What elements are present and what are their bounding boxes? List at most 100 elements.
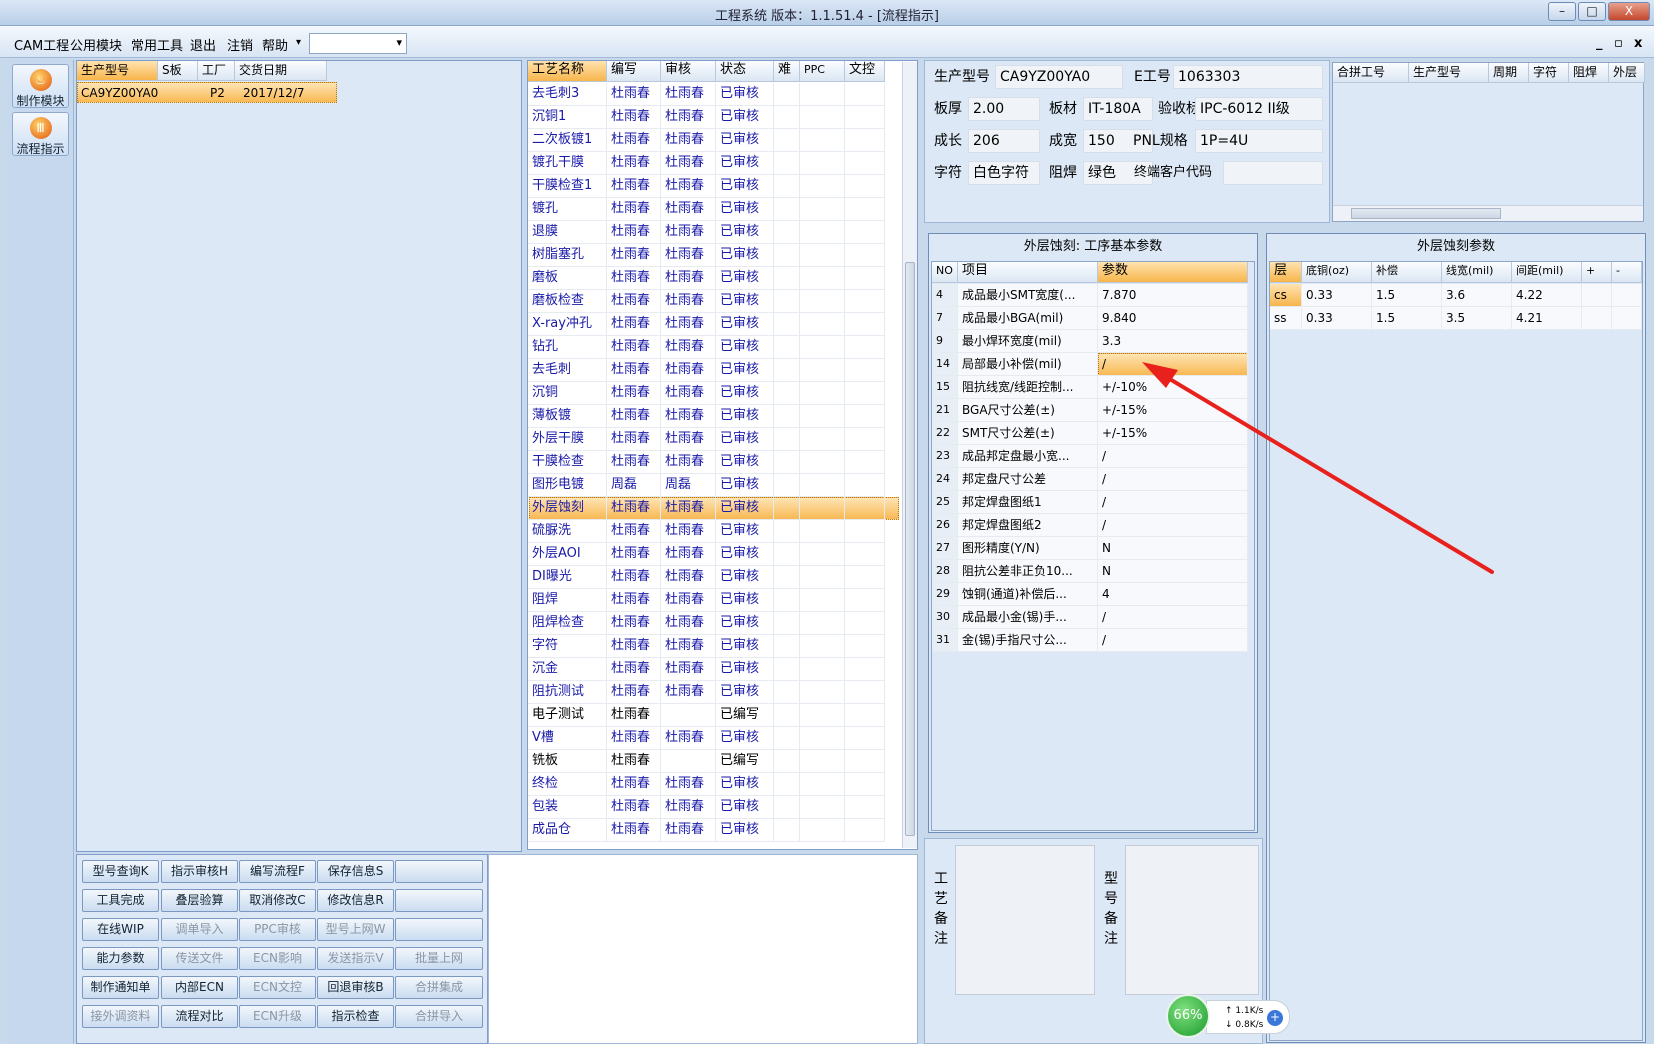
param-no-cell[interactable]: 27 [932, 537, 958, 560]
param-no-cell[interactable]: 15 [932, 376, 958, 399]
extra-cell[interactable] [800, 336, 845, 359]
col-process-name[interactable]: 工艺名称 [528, 61, 607, 82]
process-name-cell[interactable]: 二次板镀1 [528, 129, 607, 152]
extra-cell[interactable] [845, 405, 885, 428]
process-name-cell[interactable]: 终检 [528, 773, 607, 796]
menu-tools[interactable]: 常用工具 [131, 35, 183, 54]
col-combine-char[interactable]: 字符 [1529, 63, 1569, 83]
status-cell[interactable]: 已审核 [716, 382, 774, 405]
param-no-cell[interactable]: 31 [932, 629, 958, 652]
param-value-cell[interactable]: / [1098, 491, 1248, 514]
col-prod-model[interactable]: 生产型号 [77, 61, 158, 81]
writer-cell[interactable]: 杜雨春 [607, 244, 661, 267]
tool-button[interactable]: 指示检查 [317, 1005, 394, 1028]
extra-cell[interactable] [774, 589, 800, 612]
status-cell[interactable]: 已审核 [716, 83, 774, 106]
extra-cell[interactable] [845, 313, 885, 336]
col-s-board[interactable]: S板 [158, 61, 198, 81]
nav-flow-indicator[interactable]: Ⅲ 流程指示 [12, 112, 69, 156]
extra-cell[interactable] [800, 520, 845, 543]
extra-cell[interactable] [845, 359, 885, 382]
extra-cell[interactable] [774, 152, 800, 175]
extra-cell[interactable] [845, 589, 885, 612]
extra-cell[interactable] [800, 612, 845, 635]
writer-cell[interactable]: 杜雨春 [607, 336, 661, 359]
extra-cell[interactable] [774, 359, 800, 382]
tool-button[interactable]: 接外调资料 [82, 1005, 159, 1028]
extra-cell[interactable] [800, 750, 845, 773]
extra-cell[interactable] [800, 129, 845, 152]
scroll-thumb[interactable] [905, 262, 915, 836]
reviewer-cell[interactable]: 杜雨春 [661, 83, 716, 106]
param-item-cell[interactable]: SMT尺寸公差(±) [958, 422, 1098, 445]
extra-cell[interactable] [774, 727, 800, 750]
field-char[interactable]: 白色字符 [968, 161, 1040, 185]
process-name-cell[interactable]: 沉金 [528, 658, 607, 681]
param-value-cell[interactable]: / [1098, 445, 1248, 468]
param-item-cell[interactable]: 局部最小补偿(mil) [958, 353, 1098, 376]
process-list-scrollbar[interactable] [902, 62, 917, 848]
param-value-cell[interactable]: / [1098, 353, 1248, 376]
extra-cell[interactable] [774, 658, 800, 681]
process-name-cell[interactable]: 外层蚀刻 [528, 497, 607, 520]
param-value-cell[interactable]: N [1098, 560, 1248, 583]
etch-value-cell[interactable]: 1.5 [1372, 307, 1442, 330]
col-base-copper[interactable]: 底铜(oz) [1302, 262, 1372, 283]
status-cell[interactable]: 已审核 [716, 405, 774, 428]
param-value-cell[interactable]: N [1098, 537, 1248, 560]
extra-cell[interactable] [845, 106, 885, 129]
process-name-cell[interactable]: 薄板镀 [528, 405, 607, 428]
extra-cell[interactable] [800, 796, 845, 819]
layer-cell[interactable]: ss [1270, 307, 1302, 330]
param-item-cell[interactable]: 邦定焊盘图纸1 [958, 491, 1098, 514]
extra-cell[interactable] [774, 405, 800, 428]
extra-cell[interactable] [774, 612, 800, 635]
param-no-cell[interactable]: 22 [932, 422, 958, 445]
tool-button[interactable] [395, 889, 483, 912]
extra-cell[interactable] [774, 313, 800, 336]
reviewer-cell[interactable]: 杜雨春 [661, 497, 716, 520]
status-cell[interactable]: 已审核 [716, 589, 774, 612]
process-name-cell[interactable]: 包装 [528, 796, 607, 819]
extra-cell[interactable] [845, 474, 885, 497]
reviewer-cell[interactable]: 杜雨春 [661, 267, 716, 290]
etch-value-cell[interactable]: 3.6 [1442, 284, 1512, 307]
extra-cell[interactable] [774, 244, 800, 267]
reviewer-cell[interactable]: 杜雨春 [661, 221, 716, 244]
col-combine-model[interactable]: 生产型号 [1409, 63, 1489, 83]
field-customer[interactable] [1223, 161, 1323, 185]
status-cell[interactable]: 已审核 [716, 267, 774, 290]
field-standard[interactable]: IPC-6012 II级 [1195, 97, 1323, 121]
maximize-button[interactable]: □ [1578, 2, 1606, 21]
extra-cell[interactable] [800, 198, 845, 221]
mdi-close-icon[interactable]: x [1634, 36, 1642, 51]
writer-cell[interactable]: 杜雨春 [607, 520, 661, 543]
param-item-cell[interactable]: 邦定焊盘图纸2 [958, 514, 1098, 537]
process-name-cell[interactable]: 干膜检查 [528, 451, 607, 474]
etch-value-cell[interactable]: 1.5 [1372, 284, 1442, 307]
extra-cell[interactable] [845, 129, 885, 152]
param-value-cell[interactable]: 4 [1098, 583, 1248, 606]
reviewer-cell[interactable]: 杜雨春 [661, 612, 716, 635]
status-cell[interactable]: 已审核 [716, 290, 774, 313]
extra-cell[interactable] [800, 451, 845, 474]
menu-common-module[interactable]: 公用模块 [70, 35, 122, 54]
writer-cell[interactable]: 杜雨春 [607, 152, 661, 175]
extra-cell[interactable] [800, 704, 845, 727]
extra-cell[interactable] [845, 244, 885, 267]
extra-cell[interactable] [774, 336, 800, 359]
extra-cell[interactable] [774, 543, 800, 566]
tool-button[interactable]: 型号上网W [317, 918, 394, 941]
extra-cell[interactable] [845, 658, 885, 681]
writer-cell[interactable]: 杜雨春 [607, 198, 661, 221]
writer-cell[interactable]: 杜雨春 [607, 727, 661, 750]
extra-cell[interactable] [774, 750, 800, 773]
writer-cell[interactable]: 杜雨春 [607, 566, 661, 589]
reviewer-cell[interactable]: 杜雨春 [661, 290, 716, 313]
extra-cell[interactable] [845, 428, 885, 451]
param-value-cell[interactable]: +/-15% [1098, 422, 1248, 445]
param-value-cell[interactable]: 9.840 [1098, 307, 1248, 330]
etch-value-cell[interactable] [1582, 307, 1612, 330]
extra-cell[interactable] [845, 83, 885, 106]
reviewer-cell[interactable]: 杜雨春 [661, 589, 716, 612]
